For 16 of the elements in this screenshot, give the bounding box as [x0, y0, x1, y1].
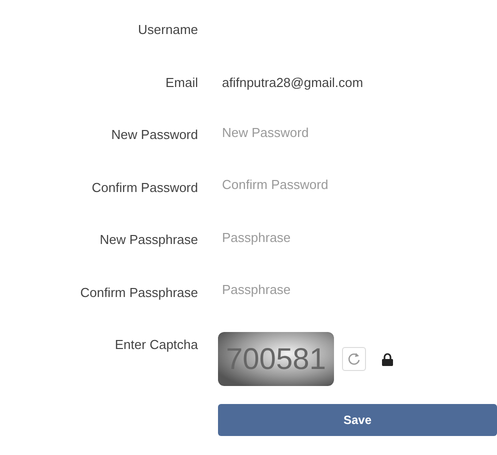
- lock-icon: [382, 352, 393, 366]
- refresh-button[interactable]: [342, 347, 366, 371]
- field-label: Username: [137, 21, 198, 39]
- refresh-icon: [347, 352, 361, 366]
- save-button[interactable]: Save: [218, 404, 497, 436]
- password-field[interactable]: Passphrase: [222, 227, 462, 247]
- field-label: Email: [164, 74, 198, 92]
- password-field[interactable]: Confirm Password: [222, 174, 462, 194]
- field-label: New Passphrase: [98, 231, 198, 249]
- field-label: Confirm Passphrase: [79, 284, 198, 302]
- password-field[interactable]: New Password: [222, 122, 462, 142]
- field-value: afifnputra28@gmail.com: [222, 74, 364, 92]
- field-label: Enter Captcha: [114, 336, 198, 354]
- field-label: New Password: [110, 126, 198, 144]
- field-label: Confirm Password: [90, 178, 198, 196]
- password-field[interactable]: Passphrase: [222, 280, 462, 300]
